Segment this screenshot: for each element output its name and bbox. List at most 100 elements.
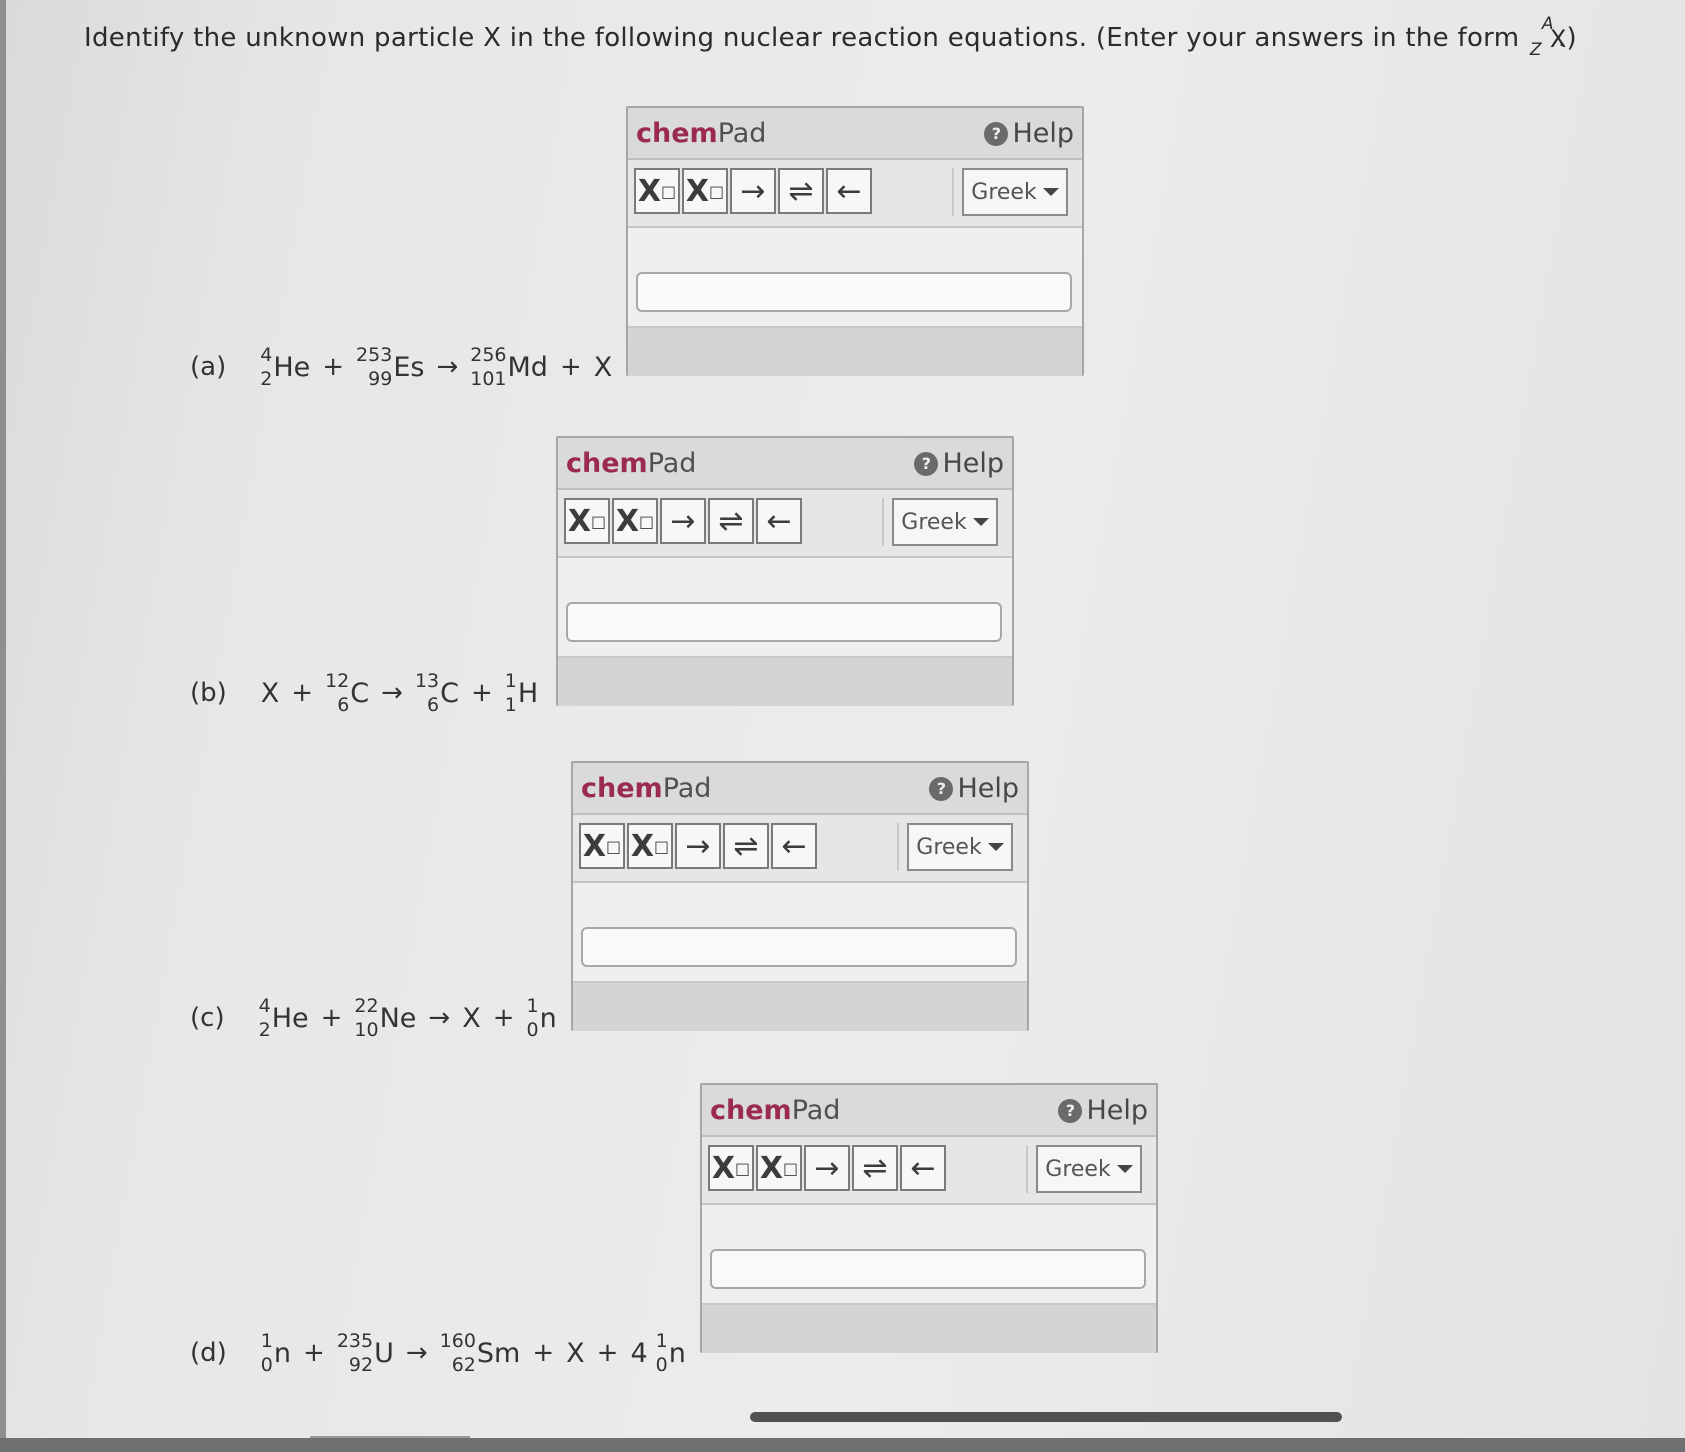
mass-number: 4 [258,995,271,1017]
element-symbol: n [539,1002,557,1034]
subscript-box-icon: □ [661,181,677,201]
help-button[interactable]: ? Help [984,118,1074,149]
right-arrow-button[interactable]: → [804,1145,850,1191]
chempad-title: chemPad [636,118,766,149]
part-label: (c) [190,1003,225,1033]
chevron-down-icon [1042,188,1059,196]
nuclide: 160 62 Sm [440,1330,521,1376]
element-symbol: C [440,677,459,709]
equilibrium-arrow-button[interactable]: ⇌ [778,168,824,214]
chempad-body [573,883,1027,981]
chempad-body [702,1205,1156,1303]
greek-dropdown[interactable]: Greek [1036,1145,1142,1193]
left-arrow-button[interactable]: ← [826,168,872,214]
atomic-number: 0 [655,1354,668,1376]
superscript-button[interactable]: X □ [756,1145,802,1191]
chempad-toolbar: X □ X □ → ⇌ ← Greek [558,490,1012,558]
subscript-x: X [567,503,591,539]
element-symbol: He [273,351,311,383]
greek-dropdown[interactable]: Greek [962,168,1068,216]
left-arrow-icon: ← [836,173,862,209]
operator: → [436,352,459,382]
nuclide: 11H [505,670,538,716]
chempad-header: chemPad ? Help [702,1085,1156,1137]
subscript-button[interactable]: X □ [564,498,610,544]
nuclide: 235 92 U [337,1330,394,1376]
subscript-box-icon: □ [591,511,607,531]
mass-number: 1 [655,1330,668,1352]
mass-number: 1 [526,995,539,1017]
chempad-body [558,558,1012,656]
superscript-button[interactable]: X □ [682,168,728,214]
operator: + [320,1003,343,1033]
nucleon-numbers: 13 6 [415,670,439,716]
operator: → [381,678,403,708]
answer-input[interactable] [581,927,1017,967]
right-arrow-icon: → [670,503,696,539]
chempad-toolbar: X □ X □ → ⇌ ← Greek [702,1137,1156,1205]
chempad-title: chemPad [566,448,696,479]
equation-b: (b) X +12 6 C → 13 6 C +1 1 H [190,670,538,716]
bottom-bar [0,1438,1685,1452]
toolbar-divider [882,498,884,546]
atomic-number: 2 [258,1019,271,1041]
question-prompt: Identify the unknown particle X in the f… [84,23,1520,53]
atomic-number: 0 [526,1019,539,1041]
subscript-x: X [711,1150,735,1186]
element-symbol: Es [393,351,425,383]
chempad-title-rest: Pad [717,118,767,149]
atomic-number: 62 [451,1354,476,1376]
help-button[interactable]: ? Help [1058,1095,1148,1126]
chempad-footer [702,1303,1156,1353]
equilibrium-arrow-button[interactable]: ⇌ [852,1145,898,1191]
nucleon-numbers: 12 6 [325,670,349,716]
operator: + [470,678,493,708]
element-symbol: C [350,677,370,709]
chempad-footer [573,981,1027,1031]
superscript-button[interactable]: X □ [612,498,658,544]
right-arrow-button[interactable]: → [675,823,721,869]
unknown-particle: X [566,1337,585,1369]
nucleon-numbers: 10 [527,995,539,1041]
right-arrow-button[interactable]: → [730,168,776,214]
superscript-box-icon: □ [709,181,725,201]
chempad-toolbar: X □ X □ → ⇌ ← Greek [573,815,1027,883]
equilibrium-arrow-button[interactable]: ⇌ [723,823,769,869]
answer-input[interactable] [636,272,1072,312]
right-arrow-button[interactable]: → [660,498,706,544]
answer-input[interactable] [710,1249,1146,1289]
element-symbol: Ne [379,1002,417,1034]
left-arrow-button[interactable]: ← [900,1145,946,1191]
left-arrow-button[interactable]: ← [771,823,817,869]
nuclide: 256 101 Md [470,344,548,390]
equilibrium-arrow-button[interactable]: ⇌ [708,498,754,544]
chempad-header: chemPad ? Help [628,108,1082,160]
element-symbol: H [517,677,539,709]
help-button[interactable]: ? Help [914,448,1004,479]
left-arrow-button[interactable]: ← [756,498,802,544]
atomic-number: 92 [348,1354,374,1376]
nuclide: 410n [630,1330,685,1376]
help-button[interactable]: ? Help [929,773,1019,804]
nucleon-numbers: 160 62 [440,1330,476,1376]
chempad-header: chemPad ? Help [573,763,1027,815]
subscript-x: X [637,173,661,209]
superscript-button[interactable]: X □ [627,823,673,869]
greek-dropdown[interactable]: Greek [892,498,998,546]
greek-dropdown[interactable]: Greek [907,823,1013,871]
nuclide: 10n [261,1330,291,1376]
subscript-button[interactable]: X □ [708,1145,754,1191]
equation-d: (d) 1 0 n +235 92 U → 160 62 Sm + X +4 1 0 n [190,1330,686,1376]
toolbar-divider [1026,1145,1028,1193]
superscript-x: X [630,828,654,864]
help-label: Help [942,448,1004,479]
horizontal-scrollbar[interactable] [750,1412,1342,1422]
answer-input[interactable] [566,602,1002,642]
equilibrium-arrow-icon: ⇌ [733,828,759,864]
element-symbol: He [271,1002,309,1034]
greek-label: Greek [916,834,982,860]
atomic-number: 2 [260,368,273,390]
subscript-button[interactable]: X □ [579,823,625,869]
toolbar-divider [897,823,899,871]
subscript-button[interactable]: X □ [634,168,680,214]
